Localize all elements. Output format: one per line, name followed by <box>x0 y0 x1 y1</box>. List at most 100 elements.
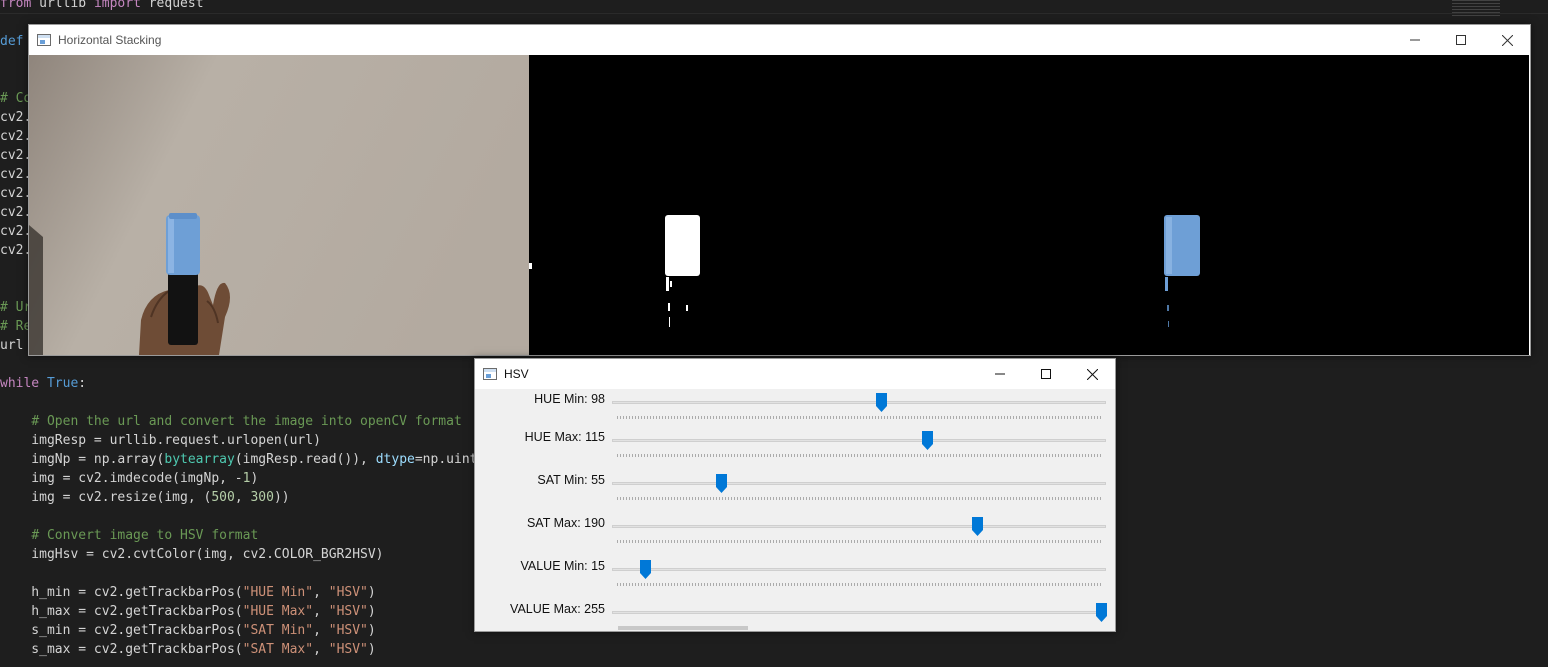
code-token: ) <box>250 471 259 486</box>
code-line[interactable] <box>0 564 485 583</box>
code-line[interactable]: from urllib import request <box>0 0 485 13</box>
code-token: s_min = cv2.getTrackbarPos( <box>0 623 243 638</box>
minimap[interactable] <box>1452 0 1500 18</box>
trackbar-track[interactable] <box>612 611 1106 614</box>
code-token: 500 <box>211 490 235 505</box>
original-image <box>29 55 529 355</box>
trackbar-row[interactable]: SAT Min: 55 <box>475 471 1115 514</box>
mask-image <box>529 55 1029 355</box>
maximize-button[interactable] <box>1023 359 1069 389</box>
code-token: "HUE Max" <box>242 604 314 619</box>
code-token: : <box>78 376 87 391</box>
trackbar-track[interactable] <box>612 568 1106 571</box>
code-line[interactable]: imgHsv = cv2.cvtColor(img, cv2.COLOR_BGR… <box>0 545 485 564</box>
minimize-icon <box>995 373 1005 375</box>
code-token: "HSV" <box>328 604 368 619</box>
trackbar-panel[interactable]: HUE Min: 98 HUE Max: 115 SAT Min: 55 SAT Ma… <box>475 390 1115 631</box>
close-button[interactable] <box>1069 359 1115 389</box>
code-token: 300 <box>250 490 274 505</box>
maximize-icon <box>1041 369 1051 379</box>
code-line[interactable]: # Convert image to HSV format <box>0 526 485 545</box>
code-token: imgHsv = cv2.cvtColor(img, cv2.COLOR_BGR… <box>0 547 384 562</box>
code-line[interactable]: img = cv2.imdecode(imgNp, -1) <box>0 469 485 488</box>
trackbar-thumb[interactable] <box>639 560 651 579</box>
masked-result-image <box>1029 55 1529 355</box>
trackbar-track[interactable] <box>612 439 1106 442</box>
trackbar-row[interactable]: VALUE Max: 255 <box>475 600 1115 631</box>
code-token: # Convert image to HSV format <box>31 528 259 543</box>
code-line[interactable]: imgNp = np.array(bytearray(imgResp.read(… <box>0 450 485 469</box>
code-token: ) <box>367 585 376 600</box>
trackbar-thumb[interactable] <box>922 431 934 450</box>
code-token: h_min = cv2.getTrackbarPos( <box>0 585 243 600</box>
trackbar-ticks <box>617 497 1102 500</box>
code-line[interactable]: s_max = cv2.getTrackbarPos("SAT Max", "H… <box>0 640 485 659</box>
trackbar-thumb[interactable] <box>1095 603 1107 622</box>
trackbar-ticks <box>617 583 1102 586</box>
code-token: ) <box>367 623 376 638</box>
hsv-window[interactable]: HSV HUE Min: 98 HUE Max: 115 SAT Min: 55 SA… <box>474 358 1116 632</box>
code-line[interactable] <box>0 355 485 374</box>
trackbar-ticks <box>617 454 1102 457</box>
trackbar-label: SAT Max: 190 <box>526 516 605 530</box>
hsv-title-bar[interactable]: HSV <box>475 359 1115 389</box>
trackbar-row[interactable]: HUE Min: 98 <box>475 390 1115 433</box>
trackbar-row[interactable]: SAT Max: 190 <box>475 514 1115 557</box>
code-token: (imgResp.read()), <box>234 452 376 467</box>
code-token: imgNp = np.array( <box>0 452 165 467</box>
code-line[interactable]: h_min = cv2.getTrackbarPos("HUE Min", "H… <box>0 583 485 602</box>
code-token: import <box>93 0 141 11</box>
trackbar-thumb[interactable] <box>972 517 984 536</box>
code-line[interactable]: img = cv2.resize(img, (500, 300)) <box>0 488 485 507</box>
editor-divider <box>0 13 1548 14</box>
code-token: from <box>0 0 32 11</box>
code-token: )) <box>273 490 290 505</box>
trackbar-thumb[interactable] <box>715 474 727 493</box>
horizontal-stacking-window[interactable]: Horizontal Stacking <box>28 24 1531 356</box>
minimize-icon <box>1410 39 1420 41</box>
code-token: dtype <box>375 452 415 467</box>
code-line[interactable] <box>0 507 485 526</box>
stacked-images <box>29 55 1530 355</box>
code-token: ) <box>367 604 376 619</box>
code-line[interactable]: h_max = cv2.getTrackbarPos("HUE Max", "H… <box>0 602 485 621</box>
trackbar-thumb[interactable] <box>876 393 888 412</box>
trackbar-label: SAT Min: 55 <box>537 473 605 487</box>
app-icon <box>37 34 51 46</box>
trackbar-label: HUE Min: 98 <box>534 392 605 406</box>
code-token: img = cv2.resize(img, ( <box>0 490 212 505</box>
code-token: # Open the url and convert the image int… <box>31 414 462 429</box>
code-token: , <box>234 490 251 505</box>
code-token: imgResp = urllib.request.urlopen(url) <box>0 433 321 448</box>
trackbar-track[interactable] <box>612 401 1106 404</box>
code-line[interactable]: s_min = cv2.getTrackbarPos("SAT Min", "H… <box>0 621 485 640</box>
code-token: s_max = cv2.getTrackbarPos( <box>0 642 243 657</box>
app-icon <box>483 368 497 380</box>
title-bar[interactable]: Horizontal Stacking <box>29 25 1530 55</box>
trackbar-row[interactable]: VALUE Min: 15 <box>475 557 1115 600</box>
code-token: "HSV" <box>328 585 368 600</box>
code-token: # Re <box>0 319 32 334</box>
code-token: img = cv2.imdecode(imgNp, - <box>0 471 243 486</box>
code-line[interactable] <box>0 393 485 412</box>
trackbar-label: VALUE Min: 15 <box>520 559 605 573</box>
trackbar-track[interactable] <box>612 482 1106 485</box>
code-token: request <box>140 0 204 11</box>
close-button[interactable] <box>1484 25 1530 55</box>
code-token: while <box>0 376 40 391</box>
maximize-button[interactable] <box>1438 25 1484 55</box>
minimize-button[interactable] <box>1392 25 1438 55</box>
code-line[interactable]: # Open the url and convert the image int… <box>0 412 485 431</box>
code-line[interactable]: imgResp = urllib.request.urlopen(url) <box>0 431 485 450</box>
trackbar-ticks <box>617 416 1102 419</box>
trackbar-row[interactable]: HUE Max: 115 <box>475 428 1115 471</box>
trackbar-track[interactable] <box>612 525 1106 528</box>
minimize-button[interactable] <box>977 359 1023 389</box>
code-line[interactable]: while True: <box>0 374 485 393</box>
code-token: # Co <box>0 91 32 106</box>
close-icon <box>1086 368 1098 380</box>
code-token: "HUE Min" <box>242 585 314 600</box>
